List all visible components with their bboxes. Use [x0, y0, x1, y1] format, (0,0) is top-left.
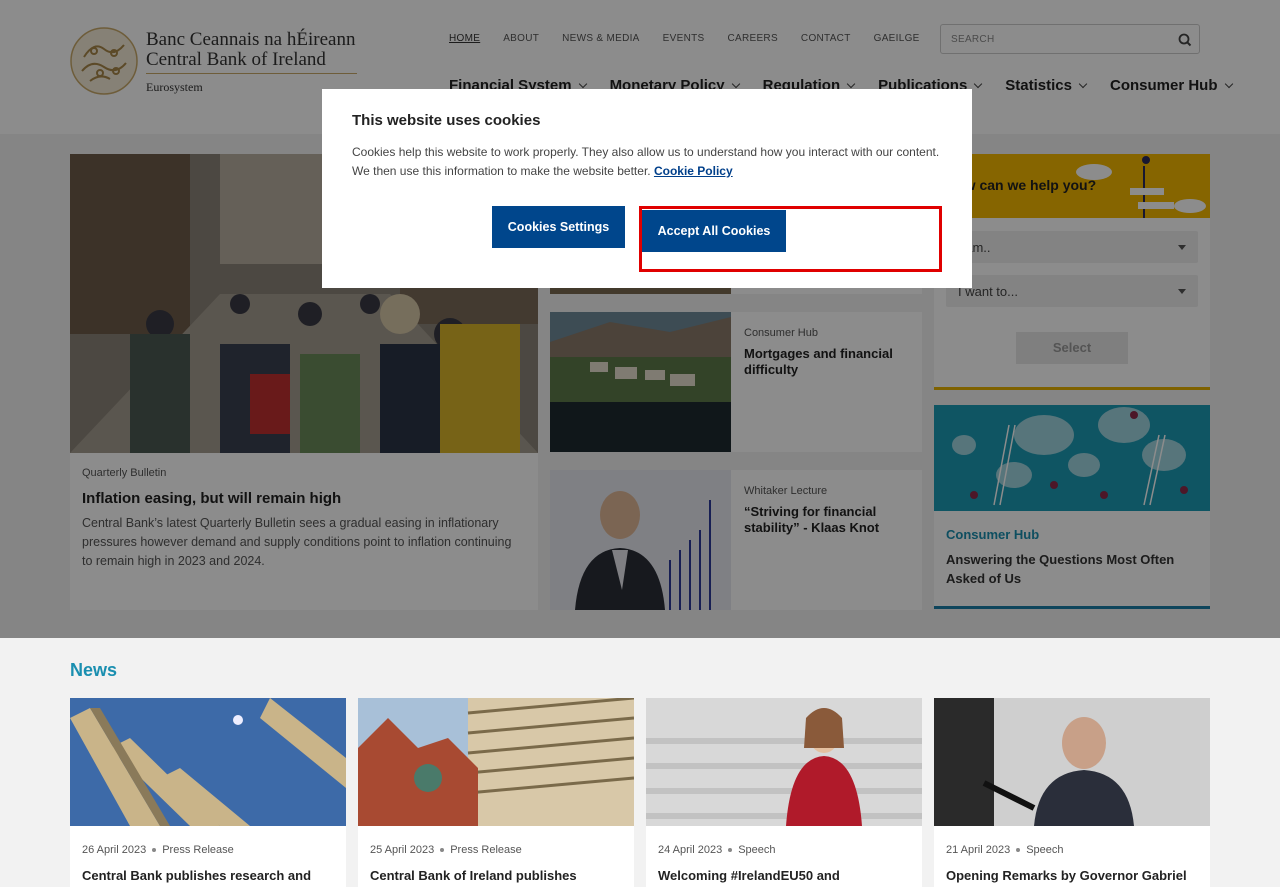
news-title[interactable]: Central Bank of Ireland publishes [370, 868, 626, 883]
red-brick-building-photo [358, 698, 634, 826]
bullet-icon [440, 848, 445, 853]
cookies-settings-button[interactable]: Cookies Settings [492, 206, 625, 248]
news-meta: 26 April 2023 Press Release [82, 844, 234, 856]
news-meta: 25 April 2023 Press Release [370, 844, 522, 856]
news-meta: 24 April 2023 Speech [658, 844, 776, 856]
news-date: 26 April 2023 [82, 844, 147, 856]
news-date: 24 April 2023 [658, 844, 723, 856]
governor-speaking-photo [934, 698, 1210, 826]
news-card[interactable]: 25 April 2023 Press Release Central Bank … [358, 698, 634, 887]
bullet-icon [1016, 848, 1021, 853]
cookie-dialog-title: This website uses cookies [352, 112, 541, 129]
news-title[interactable]: Welcoming #IrelandEU50 and [658, 868, 914, 883]
news-type: Press Release [162, 844, 234, 856]
cookie-policy-link[interactable]: Cookie Policy [654, 164, 733, 178]
building-facade-photo [70, 698, 346, 826]
news-card[interactable]: 21 April 2023 Speech Opening Remarks by G… [934, 698, 1210, 887]
news-type: Press Release [450, 844, 522, 856]
news-card[interactable]: 26 April 2023 Press Release Central Bank … [70, 698, 346, 887]
bullet-icon [728, 848, 733, 853]
news-date: 25 April 2023 [370, 844, 435, 856]
bullet-icon [152, 848, 157, 853]
news-type: Speech [1026, 844, 1064, 856]
accept-button-highlight [639, 206, 942, 272]
news-date: 21 April 2023 [946, 844, 1011, 856]
cookie-dialog-body: Cookies help this website to work proper… [352, 145, 940, 178]
news-heading: News [70, 660, 118, 680]
news-type: Speech [738, 844, 776, 856]
woman-on-stairs-photo [646, 698, 922, 826]
news-title[interactable]: Central Bank publishes research and [82, 868, 338, 883]
news-card[interactable]: 24 April 2023 Speech Welcoming #IrelandEU… [646, 698, 922, 887]
cookie-dialog-text: Cookies help this website to work proper… [352, 143, 942, 181]
news-title[interactable]: Opening Remarks by Governor Gabriel [946, 868, 1202, 883]
news-meta: 21 April 2023 Speech [946, 844, 1064, 856]
